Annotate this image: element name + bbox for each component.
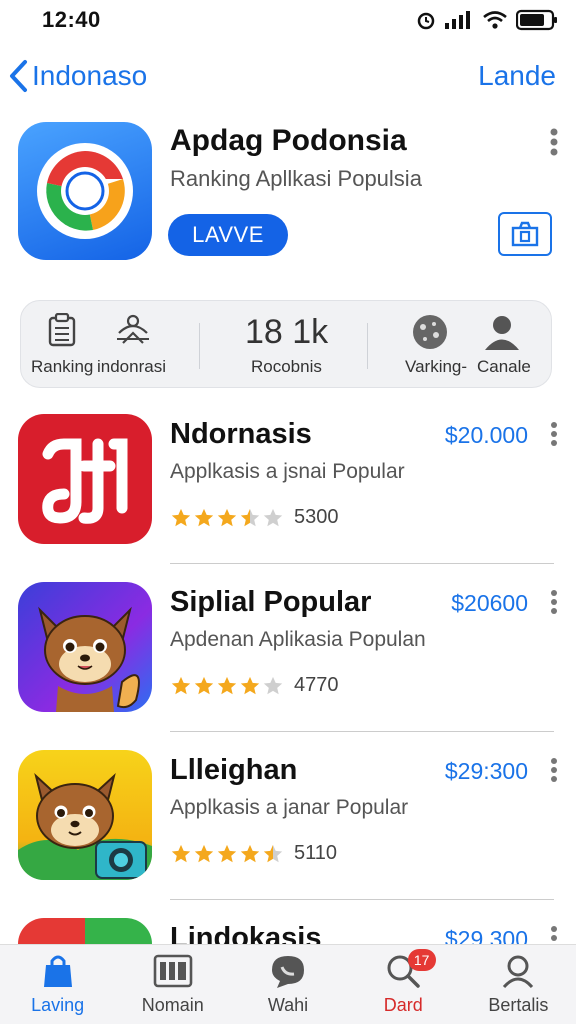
rating-count: 5300 [294, 506, 339, 528]
battery-icon [516, 9, 557, 31]
alarm-icon [417, 12, 435, 30]
star-rating [170, 843, 284, 865]
stat-divider [367, 323, 368, 369]
star-icon [217, 508, 237, 526]
music-note-icon [42, 438, 128, 524]
app-subtitle: Applkasis a jsnai Popular [170, 460, 405, 483]
person-icon [503, 955, 534, 989]
app-price[interactable]: $20.000 [445, 422, 528, 449]
nav-right-button[interactable]: Lande [478, 60, 556, 92]
bag-icon [43, 955, 72, 987]
app-price[interactable]: $29:300 [445, 758, 528, 785]
fox-camera-app-icon [18, 750, 152, 880]
tab-label: Wahi [267, 995, 309, 1015]
tab-dard[interactable]: 17 Dard [346, 945, 461, 1024]
star-icon [217, 844, 237, 862]
app-subtitle: Apdenan Aplikasia Populan [170, 628, 426, 651]
stat-label-reviews: Rocobnis [251, 357, 322, 376]
stat-label-ranking-2: Varking- [405, 357, 468, 376]
star-icon [194, 844, 214, 862]
more-options-icon[interactable] [550, 422, 558, 446]
star-icon [171, 676, 191, 694]
star-icon [240, 676, 260, 694]
more-options-icon[interactable] [550, 758, 558, 782]
app-title: Llleighan [170, 754, 298, 786]
more-options-icon[interactable] [550, 590, 558, 614]
stat-big-value: 18 1k [245, 313, 329, 351]
fox-camera-icon [18, 773, 152, 880]
star-icon [217, 676, 237, 694]
signal-icon [445, 11, 470, 29]
nav-bar: Indonaso Lande [0, 52, 576, 100]
stat-label-ranking: Ranking [31, 357, 94, 376]
tab-label: Nomain [141, 995, 204, 1015]
status-icons [416, 9, 558, 31]
tab-nomain[interactable]: Nomain [115, 945, 230, 1024]
app-price[interactable]: $20600 [451, 590, 528, 617]
fox-character-icon [38, 606, 140, 712]
chevron-left-icon [10, 60, 27, 92]
stats-strip: Ranking indonrasi 18 1k Rocobnis Varking… [20, 300, 552, 388]
globe-icon [413, 315, 447, 349]
clipboard-icon [48, 313, 76, 347]
more-options-icon[interactable] [550, 128, 558, 156]
app-rating: 5110 [170, 842, 337, 865]
divider [170, 731, 554, 732]
star-icon [263, 508, 283, 526]
star-icon [194, 508, 214, 526]
divider [170, 899, 554, 900]
star-icon [263, 676, 283, 694]
list-item[interactable]: Llleighan Applkasis a janar Popular $29:… [18, 750, 558, 900]
status-bar: 12:40 [0, 0, 576, 40]
chat-icon [272, 956, 304, 988]
stat-label-region: indonrasi [97, 357, 166, 376]
star-icon [171, 508, 191, 526]
wifi-icon [483, 11, 507, 29]
tab-bertalis[interactable]: Bertalis [461, 945, 576, 1024]
app-title: Siplial Popular [170, 586, 372, 618]
tab-label: Laving [31, 995, 85, 1015]
featured-app: Apdag Podonsia Ranking Apllkasi Populsia… [18, 122, 558, 262]
tab-label: Dard [383, 995, 423, 1015]
camera-icon [511, 221, 539, 247]
list-icon [153, 954, 193, 988]
list-item[interactable]: Siplial Popular Apdenan Aplikasia Popula… [18, 582, 558, 732]
tab-label: Bertalis [488, 995, 549, 1015]
person-icon [485, 316, 519, 350]
stat-label-channel: Canale [477, 357, 531, 376]
tab-wahi[interactable]: Wahi [230, 945, 345, 1024]
divider [170, 563, 554, 564]
rating-count: 4770 [294, 674, 339, 696]
camera-button[interactable] [498, 212, 552, 256]
featured-app-icon[interactable] [18, 122, 152, 260]
app-rating: 5300 [170, 506, 339, 529]
star-rating [170, 675, 284, 697]
tab-laving[interactable]: Laving [0, 945, 115, 1024]
stat-divider [199, 323, 200, 369]
back-button[interactable]: Indonaso [8, 59, 147, 93]
fox-app-icon [18, 582, 152, 712]
featured-app-subtitle: Ranking Apllkasi Populsia [170, 166, 422, 191]
back-label: Indonaso [32, 60, 148, 91]
app-rating: 4770 [170, 674, 339, 697]
chrome-like-logo-icon [37, 143, 133, 239]
star-icon [240, 844, 260, 862]
list-item[interactable]: Ndornasis Applkasis a jsnai Popular $20.… [18, 414, 558, 564]
status-time: 12:40 [42, 7, 101, 32]
rating-count: 5110 [294, 842, 338, 864]
notification-badge: 17 [407, 949, 436, 971]
music-app-icon [18, 414, 152, 544]
star-icon [263, 844, 283, 862]
featured-app-title: Apdag Podonsia [170, 124, 407, 157]
app-subtitle: Applkasis a janar Popular [170, 796, 409, 819]
star-icon [171, 844, 191, 862]
people-icon [117, 314, 149, 344]
tab-bar: Laving Nomain Wahi 17 Dard Bertalis [0, 944, 576, 1024]
star-rating [170, 507, 284, 529]
star-icon [194, 676, 214, 694]
app-title: Ndornasis [170, 418, 312, 450]
get-button[interactable]: LAVVE [168, 214, 288, 256]
star-icon [240, 508, 260, 526]
